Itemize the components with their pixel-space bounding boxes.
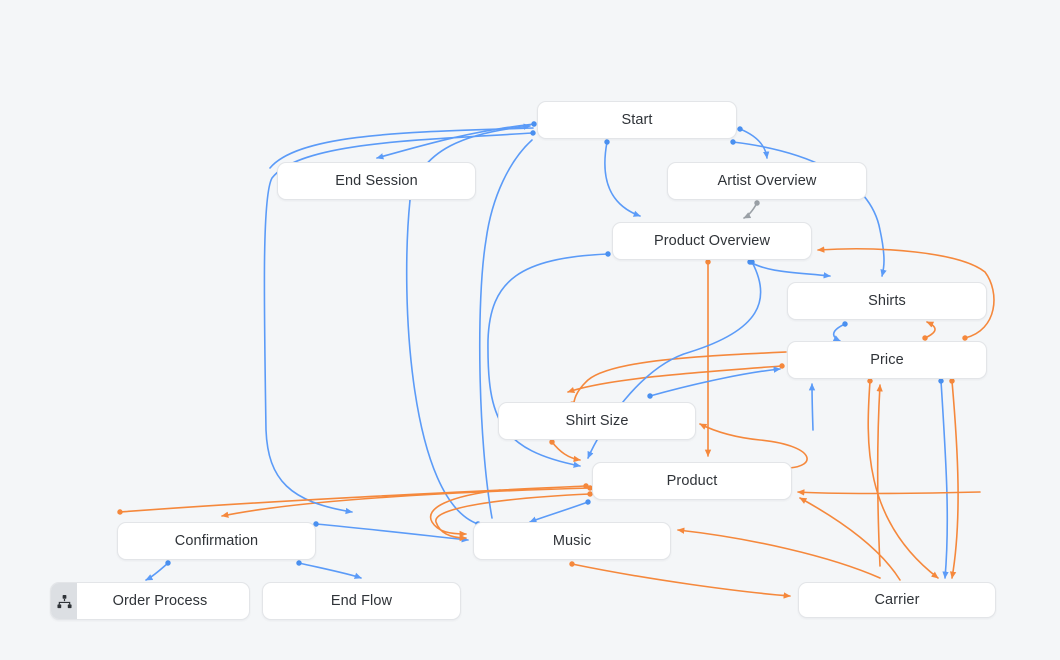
node-artist-overview[interactable]: Artist Overview [667,162,867,200]
node-end-flow[interactable]: End Flow [262,582,461,620]
node-order-process[interactable]: Order Process [50,582,250,620]
edge-right-orange-into-product [798,492,980,494]
node-label: Shirt Size [499,413,695,429]
node-label: Shirts [788,293,986,309]
edge-price-to-carrier-3 [941,381,947,578]
node-label: Start [538,112,736,128]
node-product-overview[interactable]: Product Overview [612,222,812,260]
node-confirmation[interactable]: Confirmation [117,522,316,560]
node-shirt-size[interactable]: Shirt Size [498,402,696,440]
node-music[interactable]: Music [473,522,671,560]
node-product[interactable]: Product [592,462,792,500]
edge-price-to-shirts [925,322,935,338]
node-label: End Session [278,173,475,189]
node-label: Carrier [799,592,995,608]
edge-shirts-to-price [834,324,845,341]
edge-product-overview-to-shirts [750,262,830,276]
edge-product-to-confirmation [222,488,590,516]
node-label: Price [788,352,986,368]
edge-start-to-end-session [377,124,534,158]
edge-product-to-music [530,502,588,522]
edge-carrier-to-music [678,530,880,578]
node-label: Product Overview [613,233,811,249]
edge-confirmation-to-end-flow [299,563,361,578]
edge-music-upward-routing [480,140,532,518]
node-label: End Flow [263,593,460,609]
node-shirts[interactable]: Shirts [787,282,987,320]
node-label: Order Process [77,593,249,609]
edge-price-to-shirt-size-alt [573,352,786,408]
edge-confirmation-to-order-process [146,563,168,580]
edge-shirt-size-to-price [650,369,780,396]
edge-carrier-to-price [878,385,880,566]
node-end-session[interactable]: End Session [277,162,476,200]
edge-price-to-carrier-1 [868,381,938,578]
edge-start-to-artist-overview [740,129,767,158]
node-label: Music [474,533,670,549]
node-label: Artist Overview [668,173,866,189]
node-start[interactable]: Start [537,101,737,139]
node-label: Product [593,473,791,489]
edge-shirt-size-to-product [552,442,580,460]
edge-lower-to-price [812,384,813,430]
edge-price-to-carrier-2 [952,381,958,578]
edge-start-to-product-overview [605,142,640,216]
edge-left-orange-to-product [120,486,586,512]
flow-diagram-canvas[interactable]: Start End Session Artist Overview Produc… [0,0,1060,660]
hierarchy-icon [51,583,77,619]
node-label: Confirmation [118,533,315,549]
node-price[interactable]: Price [787,341,987,379]
edge-confirmation-to-music [316,524,468,540]
node-carrier[interactable]: Carrier [798,582,996,618]
edge-music-to-carrier [572,564,790,596]
edge-artist-overview-to-product-overview [744,203,757,218]
edge-price-to-shirt-size [568,366,782,392]
edge-layer [0,0,1060,660]
edge-carrier-to-product [800,498,900,580]
